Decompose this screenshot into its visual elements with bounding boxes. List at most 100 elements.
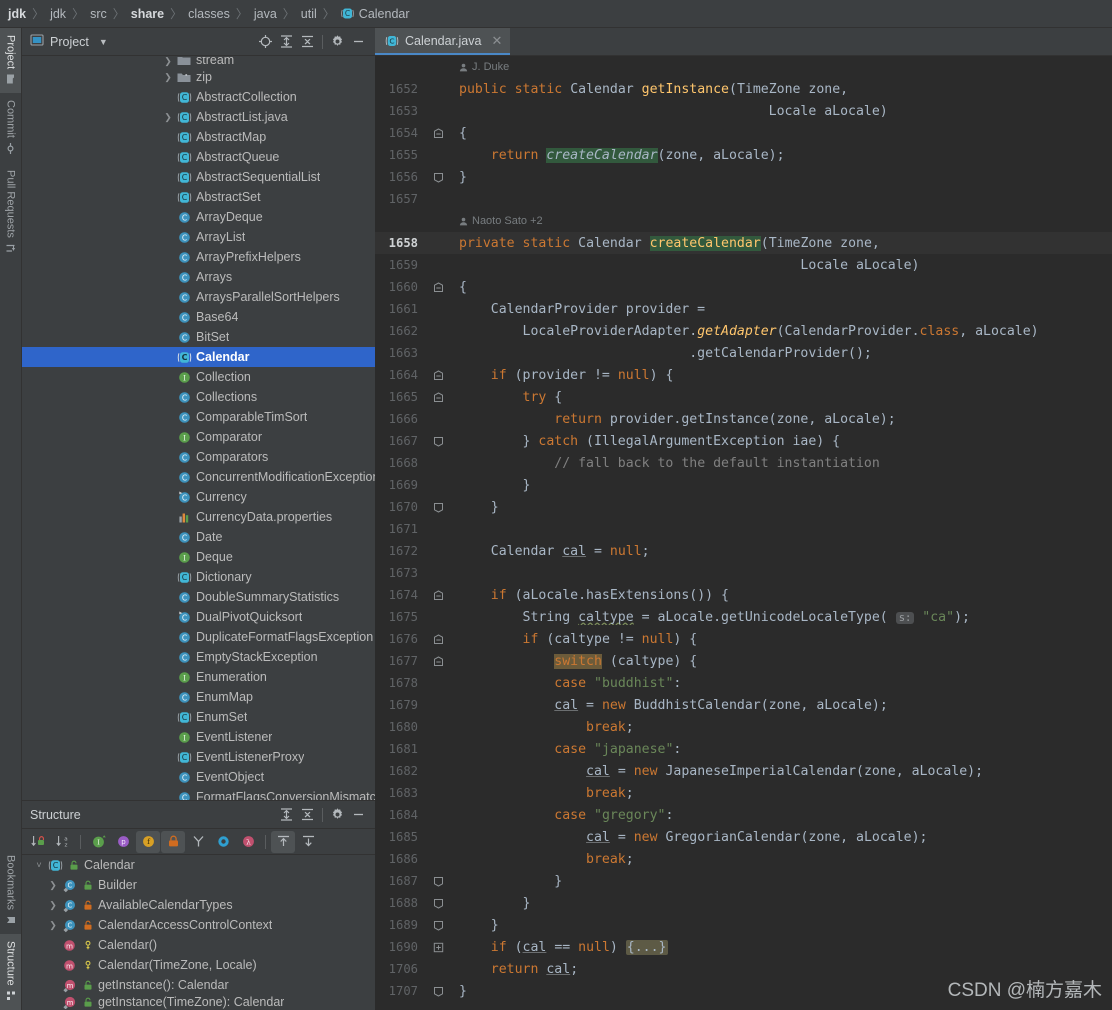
- code-line-1689[interactable]: 1689 }: [375, 914, 1112, 936]
- show-non-public-icon[interactable]: [161, 830, 185, 853]
- tree-item-abstractcollection[interactable]: C AbstractCollection: [22, 87, 375, 107]
- code-line-1661[interactable]: 1661 CalendarProvider provider =: [375, 298, 1112, 320]
- chevron-right-icon[interactable]: ❯: [46, 880, 60, 891]
- chevron-down-icon[interactable]: ▼: [99, 37, 108, 47]
- code-line-1679[interactable]: 1679 cal = new BuddhistCalendar(zone, aL…: [375, 694, 1112, 716]
- breadcrumb-item-java[interactable]: java: [254, 7, 277, 21]
- tree-item-stream[interactable]: ❯ stream: [22, 57, 375, 67]
- tree-item-arrayprefixhelpers[interactable]: C ArrayPrefixHelpers: [22, 247, 375, 267]
- fold-start-icon[interactable]: [427, 127, 449, 139]
- tree-item-comparabletimsort[interactable]: C ComparableTimSort: [22, 407, 375, 427]
- expand-all-icon[interactable]: [276, 804, 297, 825]
- fold-expand-icon[interactable]: [427, 942, 449, 953]
- code-line-1652[interactable]: 1652 public static Calendar getInstance(…: [375, 78, 1112, 100]
- structure-item-availablecalendartypes[interactable]: ❯ C AvailableCalendarTypes: [22, 895, 375, 915]
- code-line-1706[interactable]: 1706 return cal;: [375, 958, 1112, 980]
- breadcrumb-item-classes[interactable]: classes: [188, 7, 230, 21]
- tree-item-arraylist[interactable]: C ArrayList: [22, 227, 375, 247]
- tree-item-arrays[interactable]: C Arrays: [22, 267, 375, 287]
- tree-item-currencydata-properties[interactable]: CurrencyData.properties: [22, 507, 375, 527]
- code-line-1655[interactable]: 1655 return createCalendar(zone, aLocale…: [375, 144, 1112, 166]
- fold-end-icon[interactable]: [427, 436, 449, 447]
- sidebar-item-project[interactable]: Project: [0, 28, 21, 94]
- code-line-1690[interactable]: 1690 if (cal == null) {...}: [375, 936, 1112, 958]
- project-tree[interactable]: ❯ stream ❯ zip C AbstractCollection ❯ C …: [22, 56, 375, 800]
- tree-item-arraysparallelsorthelpers[interactable]: C ArraysParallelSortHelpers: [22, 287, 375, 307]
- fold-end-icon[interactable]: [427, 876, 449, 887]
- tree-item-abstractmap[interactable]: C AbstractMap: [22, 127, 375, 147]
- breadcrumb-item-calendar[interactable]: C Calendar: [340, 7, 410, 21]
- show-anonymous-icon[interactable]: [186, 831, 210, 853]
- show-lambdas-icon[interactable]: λ: [236, 831, 260, 853]
- show-interfaces-icon[interactable]: [211, 831, 235, 853]
- expand-all-icon[interactable]: [276, 31, 297, 52]
- code-line-1685[interactable]: 1685 cal = new GregorianCalendar(zone, a…: [375, 826, 1112, 848]
- structure-item-getinstance[interactable]: m getInstance(): Calendar: [22, 975, 375, 995]
- chevron-down-icon[interactable]: ˅: [32, 860, 46, 870]
- show-inherited-icon[interactable]: I: [86, 831, 110, 853]
- code-line-1659[interactable]: 1659 Locale aLocale): [375, 254, 1112, 276]
- breadcrumb-item-util[interactable]: util: [301, 7, 317, 21]
- collapsed-fold-placeholder[interactable]: {...}: [625, 939, 668, 955]
- breadcrumb-item-jdk-2[interactable]: jdk: [50, 7, 66, 21]
- code-line-1686[interactable]: 1686 break;: [375, 848, 1112, 870]
- hide-panel-icon[interactable]: [348, 31, 369, 52]
- sort-alphabetically-icon[interactable]: az: [51, 831, 75, 853]
- code-line-1674[interactable]: 1674 if (aLocale.hasExtensions()) {: [375, 584, 1112, 606]
- structure-tree[interactable]: ˅ C Calendar ❯ C Builder ❯ C AvailableCa…: [22, 855, 375, 1010]
- collapse-all-icon[interactable]: [297, 804, 318, 825]
- code-line-1665[interactable]: 1665 try {: [375, 386, 1112, 408]
- code-line-1688[interactable]: 1688 }: [375, 892, 1112, 914]
- chevron-right-icon[interactable]: ❯: [161, 112, 175, 123]
- breadcrumb-item-src[interactable]: src: [90, 7, 107, 21]
- structure-item-calendar[interactable]: ˅ C Calendar: [22, 855, 375, 875]
- code-line-1668[interactable]: 1668 // fall back to the default instant…: [375, 452, 1112, 474]
- code-line-1670[interactable]: 1670 }: [375, 496, 1112, 518]
- breadcrumb-item-jdk-1[interactable]: jdk: [8, 7, 26, 21]
- code-line-1653[interactable]: 1653 Locale aLocale): [375, 100, 1112, 122]
- tree-item-comparator[interactable]: I Comparator: [22, 427, 375, 447]
- scroll-to-source-icon[interactable]: [296, 831, 320, 853]
- sidebar-item-structure[interactable]: Structure: [0, 934, 21, 1010]
- code-line-1707[interactable]: 1707 }: [375, 980, 1112, 1002]
- tree-item-arraydeque[interactable]: C ArrayDeque: [22, 207, 375, 227]
- fold-end-icon[interactable]: [427, 502, 449, 513]
- chevron-right-icon[interactable]: ❯: [46, 920, 60, 931]
- show-properties-icon[interactable]: p: [111, 831, 135, 853]
- collapse-all-icon[interactable]: [297, 31, 318, 52]
- chevron-right-icon[interactable]: ❯: [46, 900, 60, 911]
- code-line-1671[interactable]: 1671: [375, 518, 1112, 540]
- tree-item-formatflagsconversionmismatchexception[interactable]: C FormatFlagsConversionMismatchException: [22, 787, 375, 800]
- tree-item-base64[interactable]: C Base64: [22, 307, 375, 327]
- fold-start-icon[interactable]: [427, 589, 449, 601]
- settings-gear-icon[interactable]: [327, 804, 348, 825]
- code-line-1673[interactable]: 1673: [375, 562, 1112, 584]
- tree-item-doublesummarystatistics[interactable]: C DoubleSummaryStatistics: [22, 587, 375, 607]
- fold-end-icon[interactable]: [427, 898, 449, 909]
- tree-item-collections[interactable]: C Collections: [22, 387, 375, 407]
- sidebar-item-pull-requests[interactable]: Pull Requests: [0, 163, 21, 263]
- sidebar-item-commit[interactable]: Commit: [0, 93, 21, 163]
- structure-item-getinstance-timezone[interactable]: m getInstance(TimeZone): Calendar: [22, 995, 375, 1009]
- show-fields-icon[interactable]: f: [136, 830, 160, 853]
- fold-start-icon[interactable]: [427, 391, 449, 403]
- tree-item-duplicateformatflagsexception[interactable]: C DuplicateFormatFlagsException: [22, 627, 375, 647]
- code-line-1672[interactable]: 1672 Calendar cal = null;: [375, 540, 1112, 562]
- tree-item-zip[interactable]: ❯ zip: [22, 67, 375, 87]
- code-line-1657[interactable]: 1657: [375, 188, 1112, 210]
- close-icon[interactable]: ✕: [491, 33, 502, 49]
- editor-tab-calendar-java[interactable]: C Calendar.java ✕: [375, 28, 511, 55]
- select-opened-file-icon[interactable]: [255, 31, 276, 52]
- code-line-1682[interactable]: 1682 cal = new JapaneseImperialCalendar(…: [375, 760, 1112, 782]
- tree-item-abstractset[interactable]: C AbstractSet: [22, 187, 375, 207]
- tree-item-enumset[interactable]: C EnumSet: [22, 707, 375, 727]
- code-line-1664[interactable]: 1664 if (provider != null) {: [375, 364, 1112, 386]
- structure-item-calendaraccesscontrolcontext[interactable]: ❯ C CalendarAccessControlContext: [22, 915, 375, 935]
- fold-start-icon[interactable]: [427, 655, 449, 667]
- sort-by-visibility-icon[interactable]: [26, 831, 50, 853]
- tree-item-abstractlist-java[interactable]: ❯ C AbstractList.java: [22, 107, 375, 127]
- tree-item-enummap[interactable]: C EnumMap: [22, 687, 375, 707]
- fold-end-icon[interactable]: [427, 920, 449, 931]
- tree-item-bitset[interactable]: C BitSet: [22, 327, 375, 347]
- project-panel-title[interactable]: Project ▼: [30, 33, 108, 50]
